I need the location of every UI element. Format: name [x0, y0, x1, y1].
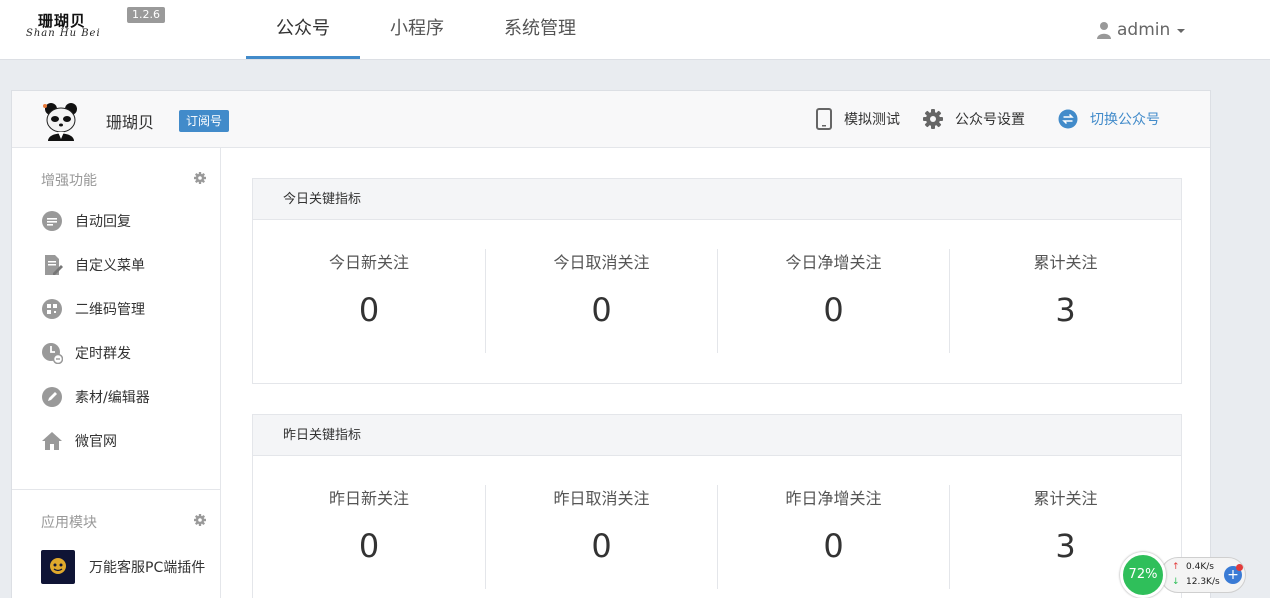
app-modules-label: 应用模块	[41, 515, 97, 531]
account-name: 珊瑚贝	[106, 113, 155, 132]
sidebar-item-materials-editor[interactable]: 素材/编辑器	[41, 384, 150, 410]
nav-tab-official-account[interactable]: 公众号	[246, 0, 360, 59]
today-metrics-card: 今日关键指标 今日新关注 0 今日取消关注 0 今日净增关注 0 累计关注 3	[252, 178, 1182, 384]
nav-tab-mini-program[interactable]: 小程序	[376, 0, 458, 59]
upload-speed-value: 0.4K/s	[1186, 562, 1214, 572]
sidebar-item-label: 微官网	[75, 434, 117, 450]
upload-speed: ↑ 0.4K/s	[1172, 562, 1214, 572]
yesterday-metrics-card: 昨日关键指标 昨日新关注 0 昨日取消关注 0 昨日净增关注 0 累计关注 3	[252, 414, 1182, 598]
metric-label: 今日净增关注	[785, 253, 882, 272]
sidebar-item-qrcode[interactable]: 二维码管理	[41, 296, 145, 322]
caret-down-icon	[1177, 29, 1186, 33]
metric-value: 0	[358, 527, 380, 565]
upload-arrow-icon: ↑	[1172, 562, 1180, 572]
switch-account-label: 切换公众号	[1090, 112, 1160, 128]
sidebar-item-micro-site[interactable]: 微官网	[41, 428, 117, 454]
metric-total-follows: 累计关注 3	[949, 249, 1181, 353]
metric-yesterday-new-follows: 昨日新关注 0	[253, 485, 485, 589]
metric-label: 今日取消关注	[553, 253, 650, 272]
account-type-badge: 订阅号	[179, 110, 230, 132]
download-arrow-icon: ↓	[1172, 577, 1180, 587]
metric-label: 今日新关注	[328, 253, 409, 272]
sidebar-item-scheduled-broadcast[interactable]: 定时群发	[41, 340, 131, 366]
sidebar: 增强功能 自动回复 自定义菜单 二维码管理 定时群发 素材/编辑器 微官网 应用…	[12, 148, 221, 598]
sidebar-item-label: 自动回复	[75, 214, 131, 230]
main-panel: 珊瑚贝 订阅号 模拟测试 公众号设置 切换公众号 增强功能 自动回复 自定义菜单…	[11, 90, 1211, 598]
enhanced-features-label: 增强功能	[41, 173, 97, 189]
enhanced-features-heading: 增强功能	[41, 170, 211, 190]
metric-today-net-follows: 今日净增关注 0	[717, 249, 949, 353]
section-gear-icon[interactable]	[194, 172, 206, 184]
user-menu[interactable]: admin	[1096, 18, 1186, 42]
mobile-phone-icon	[816, 108, 832, 130]
app-thumbnail-icon	[41, 550, 75, 584]
nav-tab-system-management[interactable]: 系统管理	[496, 0, 584, 59]
app-item-customer-service-plugin[interactable]: 万能客服PC端插件	[41, 550, 205, 584]
pencil-icon	[41, 386, 63, 408]
chat-bubble-icon	[41, 210, 63, 232]
sidebar-divider	[12, 489, 221, 490]
metric-today-new-follows: 今日新关注 0	[253, 249, 485, 353]
download-speed: ↓ 12.3K/s	[1172, 577, 1220, 587]
sidebar-item-custom-menu[interactable]: 自定义菜单	[41, 252, 145, 278]
memory-usage-circle[interactable]: 72%	[1120, 552, 1166, 598]
home-icon	[41, 430, 63, 452]
panda-avatar-icon	[43, 103, 77, 141]
switch-arrows-icon	[1058, 109, 1078, 129]
version-badge: 1.2.6	[127, 7, 165, 23]
app-item-label: 万能客服PC端插件	[89, 560, 206, 576]
user-icon	[1097, 22, 1111, 39]
account-settings-label: 公众号设置	[955, 112, 1025, 128]
sidebar-item-label: 定时群发	[75, 346, 131, 362]
simulate-test-label: 模拟测试	[844, 112, 900, 128]
today-metrics-title: 今日关键指标	[253, 179, 1181, 220]
app-modules-heading: 应用模块	[41, 512, 211, 532]
sidebar-item-label: 素材/编辑器	[75, 390, 150, 406]
metric-today-unfollows: 今日取消关注 0	[485, 249, 717, 353]
metric-label: 昨日净增关注	[785, 489, 882, 508]
metric-label: 昨日新关注	[328, 489, 409, 508]
metric-value: 0	[591, 291, 612, 329]
user-name: admin	[1117, 20, 1171, 40]
download-speed-value: 12.3K/s	[1186, 577, 1220, 587]
yesterday-metrics-title: 昨日关键指标	[253, 415, 1181, 456]
sidebar-item-label: 二维码管理	[75, 302, 145, 318]
clock-icon	[41, 342, 63, 364]
edit-document-icon	[41, 254, 63, 276]
metric-value: 0	[823, 527, 844, 565]
network-speed-widget[interactable]: 72% ↑ 0.4K/s ↓ 12.3K/s +	[1120, 552, 1248, 598]
brand-logo-en: Shan Hu Bei	[26, 28, 101, 39]
account-header: 珊瑚贝 订阅号 模拟测试 公众号设置 切换公众号	[12, 91, 1210, 148]
metric-value: 0	[823, 291, 844, 329]
metric-value: 0	[591, 527, 612, 565]
metric-label: 累计关注	[1033, 253, 1098, 272]
metric-label: 累计关注	[1033, 489, 1098, 508]
section-gear-icon[interactable]	[194, 514, 206, 526]
gear-icon	[923, 109, 943, 129]
brand-logo[interactable]: 珊瑚贝 Shan Hu Bei	[26, 10, 116, 50]
metric-label: 昨日取消关注	[553, 489, 650, 508]
qrcode-icon	[41, 298, 63, 320]
metric-value: 3	[1055, 291, 1076, 329]
top-navbar: 珊瑚贝 Shan Hu Bei 1.2.6 公众号 小程序 系统管理 admin	[0, 0, 1270, 60]
switch-account-button[interactable]: 切换公众号	[1058, 107, 1160, 131]
metric-value: 0	[358, 291, 380, 329]
account-settings-button[interactable]: 公众号设置	[923, 107, 1025, 131]
sidebar-item-auto-reply[interactable]: 自动回复	[41, 208, 131, 234]
metric-yesterday-net-follows: 昨日净增关注 0	[717, 485, 949, 589]
metric-yesterday-unfollows: 昨日取消关注 0	[485, 485, 717, 589]
sidebar-item-label: 自定义菜单	[75, 258, 145, 274]
simulate-test-button[interactable]: 模拟测试	[816, 107, 900, 131]
notification-dot	[1236, 564, 1243, 571]
